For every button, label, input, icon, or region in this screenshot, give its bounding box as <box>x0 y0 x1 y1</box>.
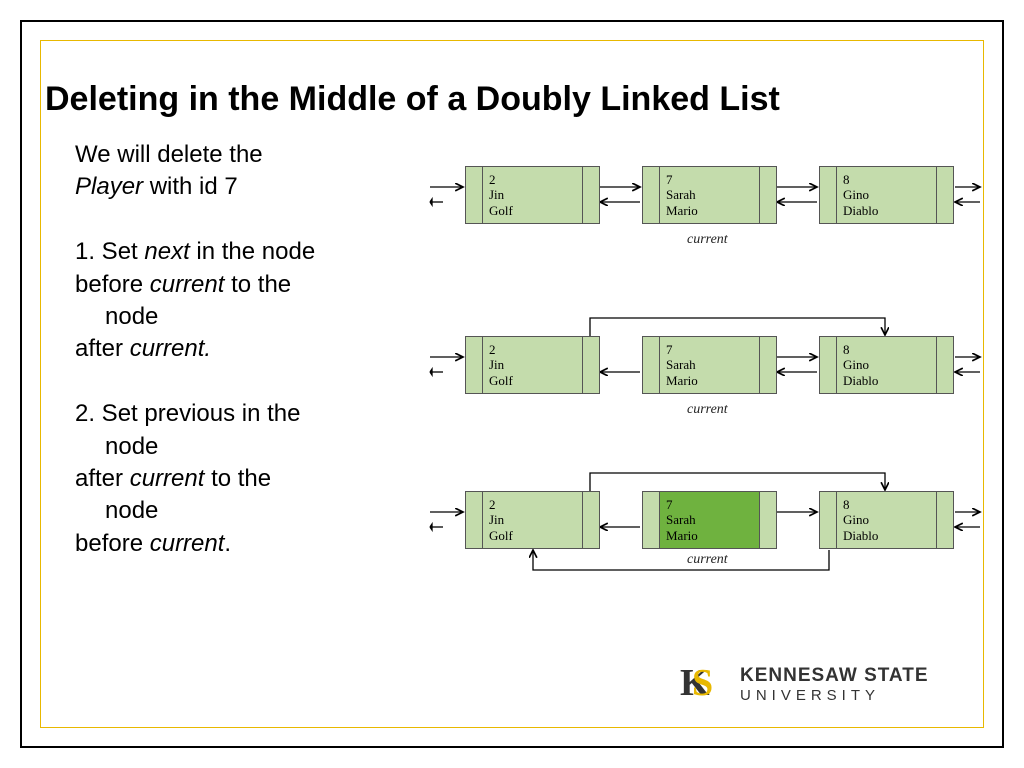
intro-l1: We will delete the <box>75 141 263 168</box>
node-data: 2 Jin Golf <box>483 337 582 393</box>
node-name: Gino <box>843 512 930 528</box>
node-id: 2 <box>489 497 576 513</box>
node-game: Diablo <box>843 373 930 389</box>
university-logo: KENNESAW STATE UNIVERSITY <box>676 654 966 714</box>
next-ptr-icon <box>582 167 599 223</box>
caption-current: current <box>687 232 728 248</box>
next-ptr-icon <box>759 167 776 223</box>
s1-cur1: current <box>150 271 225 298</box>
node-game: Mario <box>666 373 753 389</box>
node-id: 2 <box>489 342 576 358</box>
diagram-step1: 2 Jin Golf 7 Sarah Mario 8 Gin <box>425 315 985 425</box>
next-ptr-icon <box>759 337 776 393</box>
logo-line1: KENNESAW STATE <box>740 665 929 687</box>
prev-ptr-icon <box>820 492 837 548</box>
node-data: 8 Gino Diablo <box>837 167 936 223</box>
s1-cur2: current. <box>130 335 211 362</box>
node-id: 2 <box>489 172 576 188</box>
node-name: Jin <box>489 187 576 203</box>
node-2-jin: 2 Jin Golf <box>465 491 600 549</box>
caption-current: current <box>687 552 728 568</box>
s2d: to the <box>204 465 271 492</box>
node-name: Sarah <box>666 187 753 203</box>
node-8-gino: 8 Gino Diablo <box>819 336 954 394</box>
prev-ptr-icon <box>643 167 660 223</box>
node-data: 7 Sarah Mario <box>660 492 759 548</box>
intro-player: Player <box>75 173 143 200</box>
s1e: node <box>75 301 158 333</box>
s1b: in the node <box>190 238 315 265</box>
node-id: 7 <box>666 342 753 358</box>
s1a: 1. Set <box>75 238 144 265</box>
node-7-sarah: 7 Sarah Mario <box>642 336 777 394</box>
node-id: 7 <box>666 497 753 513</box>
node-data: 2 Jin Golf <box>483 492 582 548</box>
node-7-sarah-deleted: 7 Sarah Mario <box>642 491 777 549</box>
node-game: Mario <box>666 528 753 544</box>
slide-content: Deleting in the Middle of a Doubly Linke… <box>45 50 979 723</box>
next-ptr-icon <box>582 337 599 393</box>
node-id: 7 <box>666 172 753 188</box>
prev-ptr-icon <box>466 492 483 548</box>
s2c: after <box>75 465 130 492</box>
diagram-initial: 2 Jin Golf 7 Sarah Mario 8 Gin <box>425 160 985 270</box>
s2b: node <box>75 431 158 463</box>
node-game: Diablo <box>843 528 930 544</box>
node-data: 8 Gino Diablo <box>837 492 936 548</box>
s2a: 2. Set previous in the <box>75 400 300 427</box>
node-2-jin: 2 Jin Golf <box>465 166 600 224</box>
node-data: 7 Sarah Mario <box>660 167 759 223</box>
node-id: 8 <box>843 497 930 513</box>
node-name: Sarah <box>666 357 753 373</box>
logo-line2: UNIVERSITY <box>740 687 929 704</box>
node-game: Golf <box>489 528 576 544</box>
node-id: 8 <box>843 172 930 188</box>
next-ptr-icon <box>936 492 953 548</box>
s2e: node <box>75 495 158 527</box>
s2-cur1: current <box>130 465 205 492</box>
ks-monogram-icon <box>676 657 730 711</box>
caption-current: current <box>687 402 728 418</box>
intro-l2-rest: with id 7 <box>143 173 238 200</box>
node-game: Mario <box>666 203 753 219</box>
body-text: We will delete the Player with id 7 1. S… <box>45 139 375 560</box>
node-8-gino: 8 Gino Diablo <box>819 491 954 549</box>
s1-next: next <box>144 238 189 265</box>
s1f: after <box>75 335 130 362</box>
next-ptr-icon <box>759 492 776 548</box>
logo-text: KENNESAW STATE UNIVERSITY <box>740 665 929 704</box>
diagrams-container: 2 Jin Golf 7 Sarah Mario 8 Gin <box>425 160 985 625</box>
next-ptr-icon <box>936 337 953 393</box>
prev-ptr-icon <box>820 337 837 393</box>
next-ptr-icon <box>582 492 599 548</box>
node-name: Jin <box>489 357 576 373</box>
s1c: before <box>75 271 150 298</box>
node-name: Gino <box>843 357 930 373</box>
node-game: Golf <box>489 203 576 219</box>
node-data: 8 Gino Diablo <box>837 337 936 393</box>
node-name: Gino <box>843 187 930 203</box>
s2f: before <box>75 530 150 557</box>
node-data: 7 Sarah Mario <box>660 337 759 393</box>
prev-ptr-icon <box>820 167 837 223</box>
s1d: to the <box>224 271 291 298</box>
next-ptr-icon <box>936 167 953 223</box>
s2g: . <box>224 530 231 557</box>
prev-ptr-icon <box>643 337 660 393</box>
prev-ptr-icon <box>466 167 483 223</box>
diagram-step2: 2 Jin Golf 7 Sarah Mario 8 Gin <box>425 470 985 580</box>
node-data: 2 Jin Golf <box>483 167 582 223</box>
node-game: Golf <box>489 373 576 389</box>
node-id: 8 <box>843 342 930 358</box>
node-game: Diablo <box>843 203 930 219</box>
node-8-gino: 8 Gino Diablo <box>819 166 954 224</box>
node-2-jin: 2 Jin Golf <box>465 336 600 394</box>
page-title: Deleting in the Middle of a Doubly Linke… <box>45 50 979 139</box>
prev-ptr-icon <box>466 337 483 393</box>
s2-cur2: current <box>150 530 225 557</box>
node-name: Sarah <box>666 512 753 528</box>
node-name: Jin <box>489 512 576 528</box>
node-7-sarah: 7 Sarah Mario <box>642 166 777 224</box>
prev-ptr-icon <box>643 492 660 548</box>
